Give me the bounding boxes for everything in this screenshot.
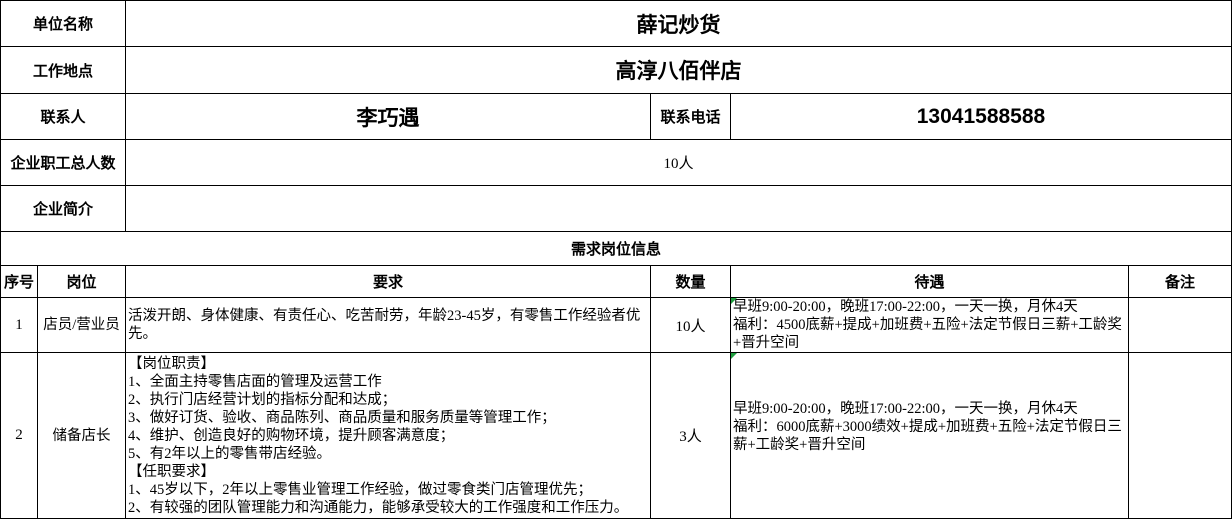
benefits-text: 早班9:00-20:00，晚班17:00-22:00，一天一换，月休4天 福利：… xyxy=(733,299,1122,351)
row-benefits-cell[interactable]: 早班9:00-20:00，晚班17:00-22:00，一天一换，月休4天 福利：… xyxy=(731,298,1129,353)
intro-label[interactable]: 企业简介 xyxy=(1,186,126,232)
row-requirements-cell[interactable]: 活泼开朗、身体健康、有责任心、吃苦耐劳，年龄23-45岁，有零售工作经验者优先。 xyxy=(126,298,651,353)
row-quantity-cell[interactable]: 3人 xyxy=(651,353,731,519)
contact-label[interactable]: 联系人 xyxy=(1,94,126,140)
header-requirements[interactable]: 要求 xyxy=(126,266,651,298)
requirements-text: 活泼开朗、身体健康、有责任心、吃苦耐劳，年龄23-45岁，有零售工作经验者优先。 xyxy=(128,308,641,342)
row-no-cell[interactable]: 2 xyxy=(1,353,38,519)
row-position-cell[interactable]: 店员/营业员 xyxy=(38,298,126,353)
company-name-label[interactable]: 单位名称 xyxy=(1,1,126,47)
header-no[interactable]: 序号 xyxy=(1,266,38,298)
company-name-value[interactable]: 薛记炒货 xyxy=(126,1,1232,47)
row-quantity-cell[interactable]: 10人 xyxy=(651,298,731,353)
location-label[interactable]: 工作地点 xyxy=(1,47,126,94)
section-title[interactable]: 需求岗位信息 xyxy=(1,232,1232,266)
header-position[interactable]: 岗位 xyxy=(38,266,126,298)
staff-count-label[interactable]: 企业职工总人数 xyxy=(1,140,126,186)
staff-count-value[interactable]: 10人 xyxy=(126,140,1232,186)
header-benefits[interactable]: 待遇 xyxy=(731,266,1129,298)
intro-value[interactable] xyxy=(126,186,1232,232)
row-notes-cell[interactable] xyxy=(1129,353,1232,519)
row-no-cell[interactable]: 1 xyxy=(1,298,38,353)
row-position-cell[interactable]: 储备店长 xyxy=(38,353,126,519)
header-notes[interactable]: 备注 xyxy=(1129,266,1232,298)
row-benefits-cell[interactable]: 早班9:00-20:00，晚班17:00-22:00，一天一换，月休4天 福利：… xyxy=(731,353,1129,519)
requirements-text: 【岗位职责】 1、全面主持零售店面的管理及运营工作 2、执行门店经营计划的指标分… xyxy=(128,355,629,516)
phone-value[interactable]: 13041588588 xyxy=(731,94,1232,140)
contact-name-value[interactable]: 李巧遇 xyxy=(126,94,651,140)
row-notes-cell[interactable] xyxy=(1129,298,1232,353)
error-indicator-icon xyxy=(731,298,737,304)
phone-label[interactable]: 联系电话 xyxy=(651,94,731,140)
recruitment-sheet: 单位名称 薛记炒货 工作地点 高淳八佰伴店 联系人 李巧遇 联系电话 13041… xyxy=(0,0,1232,519)
location-value[interactable]: 高淳八佰伴店 xyxy=(126,47,1232,94)
header-quantity[interactable]: 数量 xyxy=(651,266,731,298)
benefits-text: 早班9:00-20:00，晚班17:00-22:00，一天一换，月休4天 福利：… xyxy=(733,400,1122,453)
error-indicator-icon xyxy=(731,353,737,359)
row-requirements-cell[interactable]: 【岗位职责】 1、全面主持零售店面的管理及运营工作 2、执行门店经营计划的指标分… xyxy=(126,353,651,519)
